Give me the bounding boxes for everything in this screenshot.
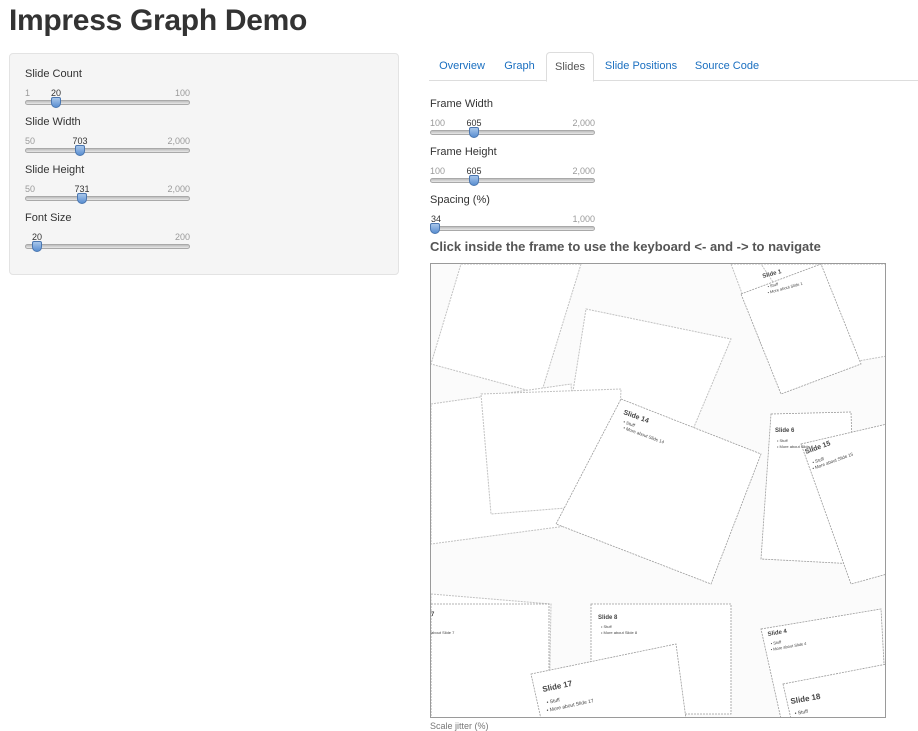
slider-max: 200 — [174, 232, 190, 242]
slider-handle[interactable] — [75, 145, 85, 156]
slider-min: 50 — [25, 184, 36, 194]
slider-track[interactable] — [25, 244, 190, 249]
slider-handle[interactable] — [469, 127, 479, 138]
slider-handle[interactable] — [32, 241, 42, 252]
slider-max: 1,000 — [572, 214, 595, 224]
slider-track[interactable] — [430, 178, 595, 183]
slide-frame — [431, 603, 550, 717]
slider-track[interactable] — [25, 100, 190, 105]
slider-max: 2,000 — [167, 184, 190, 194]
slide-width-slider[interactable]: Slide Width 50 703 2,000 — [25, 116, 190, 162]
tab-graph[interactable]: Graph — [497, 52, 542, 81]
slider-label: Frame Width — [430, 98, 493, 110]
slider-label: Font Size — [25, 212, 72, 224]
slide-title-6: Slide 6 — [775, 428, 795, 434]
slide-bullet: • More about Slide 8 — [601, 630, 638, 635]
font-size-slider[interactable]: Font Size 20 200 — [25, 212, 190, 258]
slide-count-slider[interactable]: Slide Count 1 20 100 — [25, 68, 190, 114]
tab-overview[interactable]: Overview — [432, 52, 492, 81]
slider-min: 50 — [25, 136, 36, 146]
slider-max: 2,000 — [572, 118, 595, 128]
frame-hint: Click inside the frame to use the keyboa… — [430, 239, 821, 254]
slider-min: 100 — [430, 166, 446, 176]
slider-label: Slide Count — [25, 68, 82, 80]
spacing-slider[interactable]: Spacing (%) 34 1,000 — [430, 194, 595, 240]
tab-slide-positions[interactable]: Slide Positions — [599, 52, 683, 81]
tab-bar: Overview Graph Slides Slide Positions So… — [429, 52, 918, 82]
slider-label: Spacing (%) — [430, 194, 490, 206]
slider-min: 1 — [25, 88, 31, 98]
frame-caption: Scale jitter (%) — [430, 721, 489, 731]
slider-label: Frame Height — [430, 146, 497, 158]
slider-track[interactable] — [430, 226, 595, 231]
slide-height-slider[interactable]: Slide Height 50 731 2,000 — [25, 164, 190, 210]
slider-track[interactable] — [25, 196, 190, 201]
slide-frame — [431, 264, 582, 395]
impress-slides-frame[interactable]: Slide 1 • Stuff • More about Slide 1 Sli… — [430, 263, 886, 718]
slider-handle[interactable] — [51, 97, 61, 108]
frame-height-slider[interactable]: Frame Height 100 605 2,000 — [430, 146, 595, 192]
page-title: Impress Graph Demo — [9, 4, 308, 37]
slider-max: 2,000 — [572, 166, 595, 176]
frame-width-slider[interactable]: Frame Width 100 605 2,000 — [430, 98, 595, 144]
slide-bullet: about Slide 7 — [431, 630, 455, 635]
slider-handle[interactable] — [77, 193, 87, 204]
slider-max: 2,000 — [167, 136, 190, 146]
slider-handle[interactable] — [469, 175, 479, 186]
slider-label: Slide Width — [25, 116, 81, 128]
slider-min: 100 — [430, 118, 446, 128]
tab-slides[interactable]: Slides — [546, 52, 594, 82]
slides-canvas[interactable]: Slide 1 • Stuff • More about Slide 1 Sli… — [431, 264, 886, 718]
slide-title-8: Slide 8 — [598, 615, 618, 621]
slider-max: 100 — [174, 88, 190, 98]
main-panel: Overview Graph Slides Slide Positions So… — [429, 52, 918, 731]
slide-bullet: • Stuff — [777, 438, 789, 443]
sidebar-panel: Slide Count 1 20 100 Slide Width 50 703 … — [9, 53, 399, 275]
slide-bullet: • Stuff — [601, 624, 613, 629]
slider-handle[interactable] — [430, 223, 440, 234]
slider-label: Slide Height — [25, 164, 85, 176]
slider-track[interactable] — [25, 148, 190, 153]
tab-source-code[interactable]: Source Code — [690, 52, 764, 81]
slider-track[interactable] — [430, 130, 595, 135]
